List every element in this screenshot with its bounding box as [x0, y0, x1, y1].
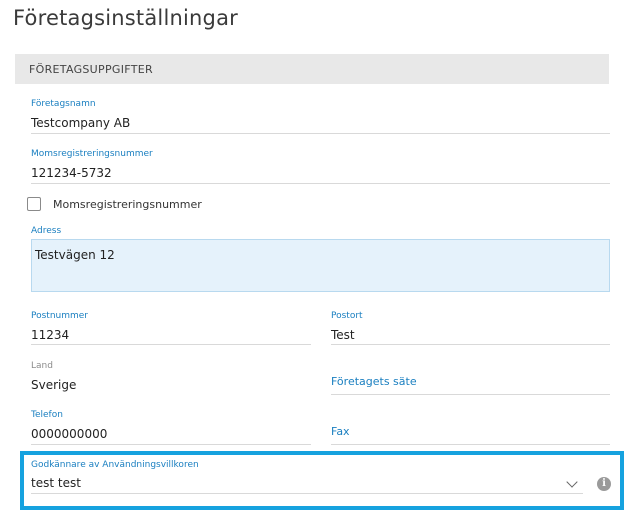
section-header-company-details: FÖRETAGSUPPGIFTER: [15, 54, 609, 84]
phone-value: 0000000000: [31, 427, 108, 441]
terms-approver-select[interactable]: Godkännare av Användningsvillkoren test …: [31, 458, 583, 494]
postal-code-field[interactable]: Postnummer 11234: [31, 308, 311, 345]
vat-checkbox[interactable]: [27, 197, 41, 211]
city-field[interactable]: Postort Test: [331, 308, 610, 345]
company-name-label: Företagsnamn: [31, 99, 96, 109]
postal-code-label: Postnummer: [31, 311, 89, 321]
country-label: Land: [31, 361, 53, 371]
vat-number-field[interactable]: Momsregistreringsnummer 121234-5732: [31, 146, 610, 184]
city-value: Test: [331, 328, 355, 342]
fax-label: Fax: [331, 425, 350, 438]
vat-number-label: Momsregistreringsnummer: [31, 149, 153, 159]
company-name-field[interactable]: Företagsnamn Testcompany AB: [31, 96, 610, 134]
vat-checkbox-label: Momsregistreringsnummer: [53, 198, 202, 211]
country-field: Land Sverige: [31, 358, 311, 394]
chevron-down-icon[interactable]: [566, 476, 578, 488]
address-label: Adress: [31, 226, 62, 236]
postal-code-value: 11234: [31, 328, 70, 342]
city-label: Postort: [331, 311, 363, 321]
terms-approver-value: test test: [31, 476, 81, 490]
fax-field[interactable]: Fax: [331, 407, 610, 445]
registered-office-field[interactable]: Företagets säte: [331, 358, 610, 395]
vat-number-value: 121234-5732: [31, 166, 112, 180]
registered-office-label: Företagets säte: [331, 375, 417, 388]
company-name-value: Testcompany AB: [31, 116, 131, 130]
terms-approver-label: Godkännare av Användningsvillkoren: [31, 460, 199, 470]
page-title: Företagsinställningar: [13, 6, 238, 30]
country-value: Sverige: [31, 378, 77, 392]
phone-label: Telefon: [31, 410, 63, 420]
phone-field[interactable]: Telefon 0000000000: [31, 407, 311, 445]
address-textarea[interactable]: Testvägen 12: [31, 239, 610, 292]
info-icon[interactable]: i: [597, 477, 611, 491]
